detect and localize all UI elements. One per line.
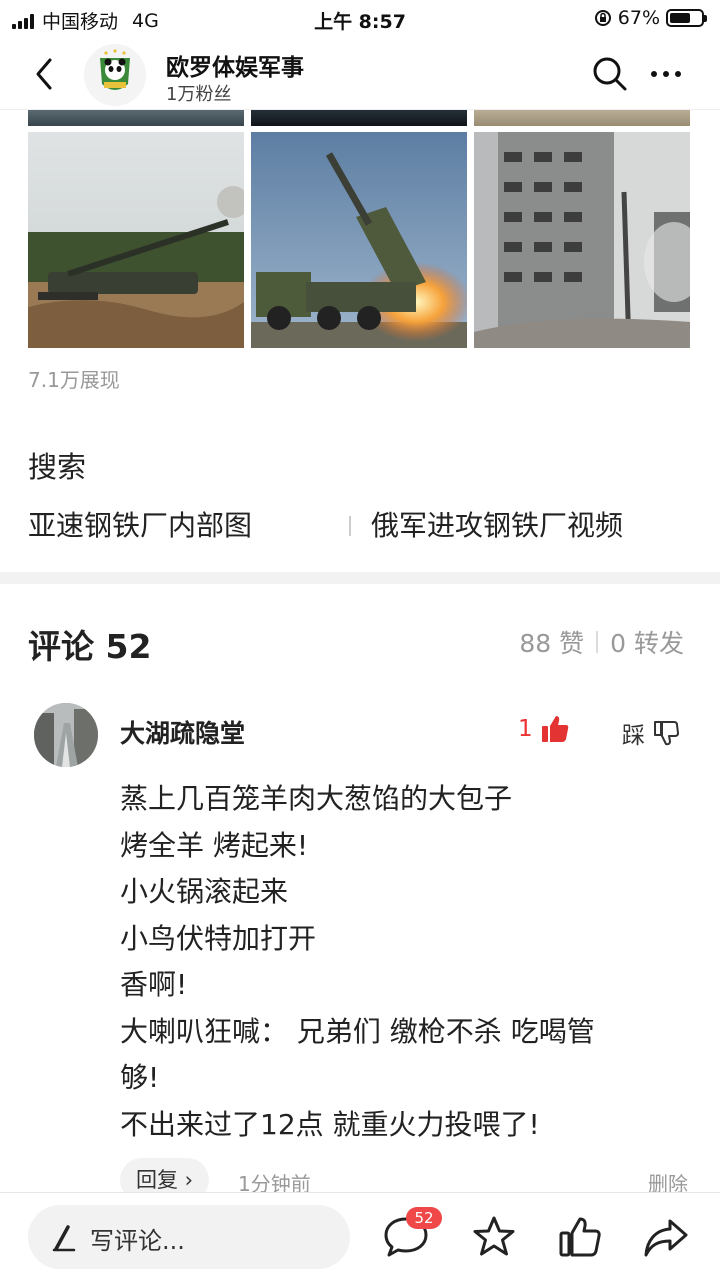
- post-stats: 88 赞 0 转发: [519, 624, 684, 660]
- search-separator: [349, 516, 351, 536]
- comment-count-badge: 52: [406, 1207, 442, 1229]
- artillery-photo[interactable]: [28, 132, 244, 348]
- status-bar: 中国移动 4G 上午 8:57 67%: [0, 0, 720, 38]
- image-partial-3[interactable]: [474, 110, 690, 126]
- comment-line: 蒸上几百笼羊肉大葱馅的大包子: [120, 782, 513, 815]
- bottom-action-bar: 写评论... 52: [0, 1192, 720, 1280]
- battery-icon: [666, 9, 707, 27]
- write-comment-placeholder: 写评论...: [90, 1227, 185, 1255]
- thumbs-up-icon[interactable]: [556, 1213, 604, 1261]
- commenter-name[interactable]: 大湖疏隐堂: [120, 714, 245, 750]
- stats-separator: [596, 631, 599, 653]
- comment-like-count: 1: [518, 716, 533, 742]
- search-suggestions: 亚速钢铁厂内部图 俄军进攻钢铁厂视频: [28, 504, 692, 544]
- follower-count: 1万粉丝: [166, 84, 232, 105]
- comment-line: 够!: [120, 1061, 160, 1094]
- nav-header: 欧罗体娱军事 1万粉丝: [0, 38, 720, 110]
- damaged-building-photo[interactable]: [474, 132, 690, 348]
- orientation-lock-icon: [594, 10, 611, 26]
- image-partial-2[interactable]: [251, 110, 467, 126]
- image-partial-1[interactable]: [28, 110, 244, 126]
- search-section-label: 搜索: [28, 450, 87, 484]
- search-icon[interactable]: [590, 54, 630, 94]
- status-right: 67%: [594, 7, 707, 29]
- comment-line: 不出来过了12点 就重火力投喂了!: [120, 1107, 540, 1141]
- previous-image-row: [28, 110, 690, 126]
- comments-header: 评论 52: [28, 627, 152, 666]
- search-suggestion-1[interactable]: 亚速钢铁厂内部图: [28, 504, 349, 544]
- thumbs-down-icon: [654, 721, 679, 746]
- write-comment-input[interactable]: 写评论...: [28, 1205, 350, 1269]
- panda-logo-icon: [84, 44, 146, 106]
- battery-fill: [670, 13, 691, 23]
- rocket-launcher-photo[interactable]: [251, 132, 467, 348]
- dislike-button[interactable]: 踩: [622, 716, 681, 750]
- more-icon[interactable]: [646, 56, 686, 92]
- battery-percent: 67%: [617, 7, 660, 29]
- share-arrow-icon[interactable]: [642, 1213, 690, 1261]
- thumbs-up-filled-icon[interactable]: [538, 712, 572, 746]
- back-icon[interactable]: [28, 54, 64, 94]
- like-total: 88 赞: [519, 629, 585, 658]
- comment-line: 烤全羊 烤起来!: [120, 828, 309, 862]
- commenter-avatar[interactable]: [34, 703, 98, 767]
- comment-body: 蒸上几百笼羊肉大葱馅的大包子 烤全羊 烤起来! 小火锅滚起来 小鸟伏特加打开 香…: [120, 776, 680, 1148]
- comment-line: 大喇叭狂喊： 兄弟们 缴枪不杀 吃喝管: [120, 1014, 595, 1048]
- comment-line: 香啊!: [120, 968, 188, 1001]
- favorite-star-icon[interactable]: [470, 1213, 518, 1261]
- search-suggestion-2[interactable]: 俄军进攻钢铁厂视频: [371, 504, 692, 544]
- pen-icon: [52, 1225, 76, 1252]
- account-avatar[interactable]: [84, 44, 146, 106]
- comment-line: 小鸟伏特加打开: [120, 921, 317, 955]
- share-total: 0 转发: [610, 629, 684, 658]
- comment-line: 小火锅滚起来: [120, 875, 289, 908]
- post-image-row: [28, 132, 690, 348]
- view-count: 7.1万展现: [28, 368, 120, 392]
- account-name[interactable]: 欧罗体娱军事: [166, 48, 304, 82]
- dislike-label: 踩: [622, 723, 645, 749]
- section-divider: [0, 572, 720, 584]
